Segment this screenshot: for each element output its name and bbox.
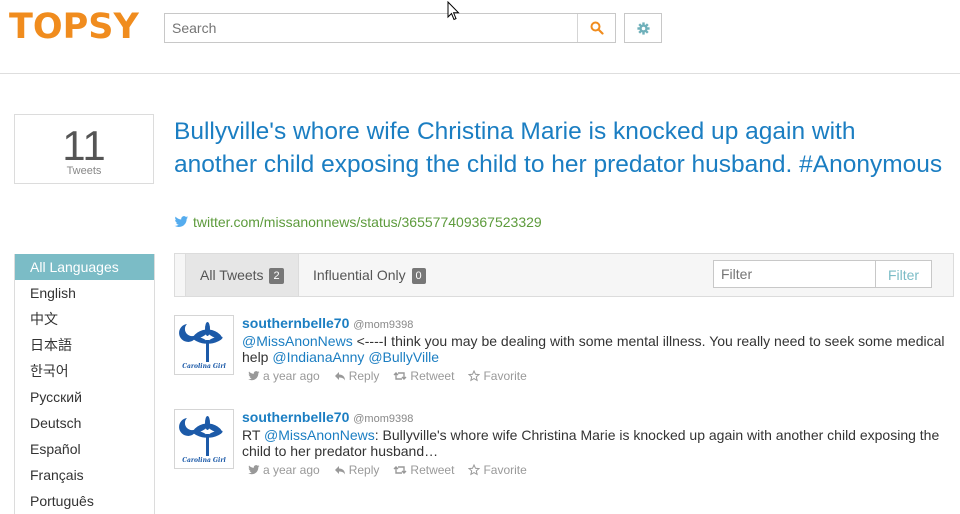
favorite-button[interactable]: Favorite: [468, 462, 527, 478]
tweet-text: RT @MissAnonNews: Bullyville's whore wif…: [242, 427, 947, 459]
tweet-handle[interactable]: @mom9398: [353, 319, 413, 331]
retweet-prefix: RT: [242, 427, 265, 443]
tweet-author[interactable]: southernbelle70: [242, 315, 349, 331]
tab-all-tweets-label: All Tweets: [200, 267, 264, 283]
favorite-label: Favorite: [483, 463, 527, 477]
gear-icon: [636, 21, 650, 35]
tweet-time-label: a year ago: [263, 369, 320, 383]
page-title[interactable]: Bullyville's whore wife Christina Marie …: [174, 115, 944, 181]
tweet-mention[interactable]: @BullyVille: [368, 349, 439, 365]
tweet-mention[interactable]: @MissAnonNews: [242, 333, 353, 349]
retweet-label: Retweet: [410, 369, 455, 383]
language-item-french[interactable]: Français: [15, 462, 154, 488]
filter-input[interactable]: [713, 260, 876, 288]
favorite-button[interactable]: Favorite: [468, 368, 527, 384]
language-item-german[interactable]: Deutsch: [15, 410, 154, 436]
filter-button[interactable]: Filter: [876, 260, 932, 288]
tab-influential-count: 0: [411, 268, 426, 284]
reply-button[interactable]: Reply: [334, 368, 380, 384]
search-input[interactable]: [165, 14, 570, 42]
search-bar: [164, 13, 616, 43]
tweet-count: 11: [62, 122, 106, 169]
tweet-mention[interactable]: @MissAnonNews: [264, 427, 375, 443]
tweet-content: southernbelle70 @mom9398 RT @MissAnonNew…: [242, 409, 947, 478]
tweet-actions: a year ago Reply Retweet Favorite: [242, 368, 947, 384]
settings-button[interactable]: [624, 13, 662, 43]
language-item-chinese[interactable]: 中文: [15, 306, 154, 332]
retweet-button[interactable]: Retweet: [393, 462, 454, 478]
reply-icon: [334, 466, 345, 475]
language-item-spanish[interactable]: Español: [15, 436, 154, 462]
tweet-author[interactable]: southernbelle70: [242, 409, 349, 425]
reply-label: Reply: [348, 463, 380, 477]
star-icon: [468, 370, 481, 382]
twitter-bird-icon: [248, 371, 260, 381]
tab-all-tweets[interactable]: All Tweets 2: [185, 254, 299, 296]
language-filter-list: All Languages English 中文 日本語 한국어 Русский…: [14, 254, 155, 514]
tweet-actions: a year ago Reply Retweet Favorite: [242, 462, 947, 478]
tweet-tabs-bar: All Tweets 2 Influential Only 0 Filter: [174, 253, 954, 297]
avatar[interactable]: Carolina Girl: [174, 409, 234, 469]
tweet-handle[interactable]: @mom9398: [353, 413, 413, 425]
language-item-japanese[interactable]: 日本語: [15, 332, 154, 358]
star-icon: [468, 464, 481, 476]
language-item-korean[interactable]: 한국어: [15, 358, 154, 384]
language-item-portuguese[interactable]: Português: [15, 488, 154, 514]
search-button[interactable]: [577, 14, 616, 42]
tweet-text: @MissAnonNews <----I think you may be de…: [242, 333, 947, 365]
tweet-mention[interactable]: @IndianaAnny: [272, 349, 364, 365]
mouse-cursor-icon: [447, 1, 460, 21]
tweet-time[interactable]: a year ago: [248, 462, 320, 478]
tweet-count-box: 11 Tweets: [14, 114, 154, 184]
language-item-russian[interactable]: Русский: [15, 384, 154, 410]
search-icon: [590, 21, 604, 35]
retweet-icon: [393, 372, 407, 380]
tweet-count-label: Tweets: [66, 165, 102, 177]
retweet-button[interactable]: Retweet: [393, 368, 454, 384]
twitter-bird-icon: [174, 216, 189, 228]
language-item-english[interactable]: English: [15, 280, 154, 306]
twitter-bird-icon: [248, 465, 260, 475]
tweet-time[interactable]: a year ago: [248, 368, 320, 384]
source-tweet-link[interactable]: twitter.com/missanonnews/status/36557740…: [174, 214, 542, 230]
source-tweet-url[interactable]: twitter.com/missanonnews/status/36557740…: [193, 214, 542, 230]
tab-influential-label: Influential Only: [313, 267, 406, 283]
reply-icon: [334, 372, 345, 381]
retweet-label: Retweet: [410, 463, 455, 477]
favorite-label: Favorite: [483, 369, 527, 383]
tweet-time-label: a year ago: [263, 463, 320, 477]
language-item-all[interactable]: All Languages: [15, 254, 154, 280]
retweet-icon: [393, 466, 407, 474]
avatar-caption: Carolina Girl: [182, 457, 226, 464]
tab-influential-only[interactable]: Influential Only 0: [299, 254, 440, 296]
tab-all-tweets-count: 2: [269, 268, 284, 284]
reply-button[interactable]: Reply: [334, 462, 380, 478]
avatar-caption: Carolina Girl: [182, 363, 226, 370]
reply-label: Reply: [348, 369, 380, 383]
avatar[interactable]: Carolina Girl: [174, 315, 234, 375]
top-header: TOPSY: [0, 0, 960, 74]
tweet-content: southernbelle70 @mom9398 @MissAnonNews <…: [242, 315, 947, 384]
topsy-logo[interactable]: TOPSY: [9, 7, 139, 47]
